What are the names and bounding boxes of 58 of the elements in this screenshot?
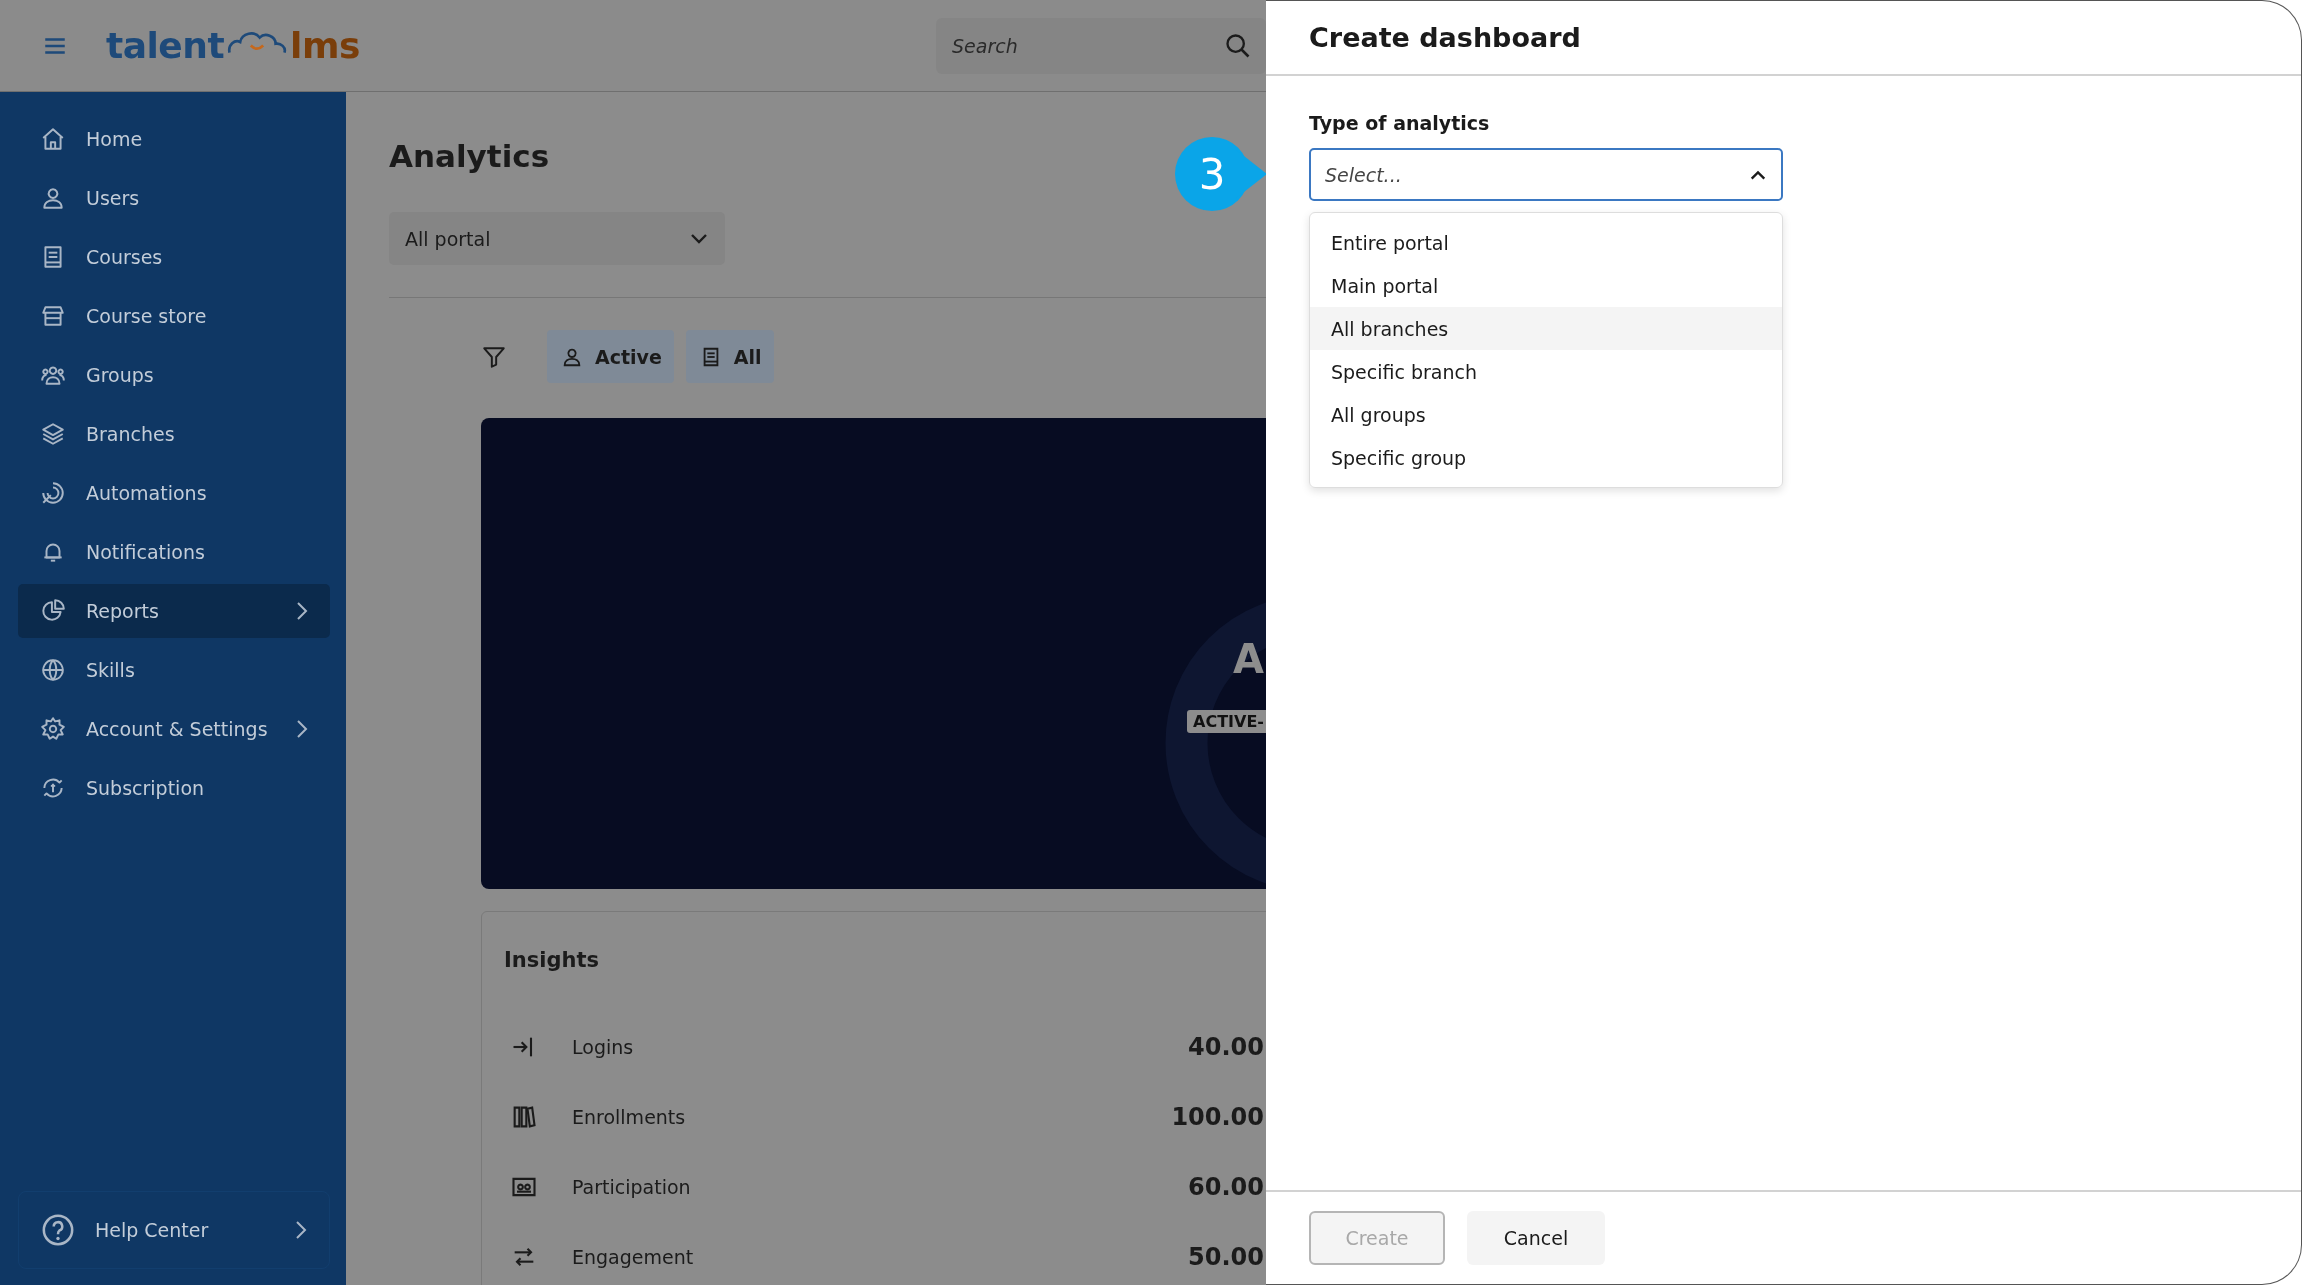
search-icon[interactable]: [1224, 31, 1252, 60]
pie-chart-icon: [40, 598, 66, 624]
dropdown-option[interactable]: All branches: [1310, 307, 1782, 350]
scope-dropdown[interactable]: All portal: [389, 212, 725, 265]
help-center-item[interactable]: Help Center: [18, 1191, 330, 1269]
sidebar-item[interactable]: Home: [18, 112, 330, 166]
insights-title: Insights: [504, 948, 600, 972]
help-icon: [41, 1213, 75, 1247]
chevron-up-icon: [1749, 168, 1767, 181]
sidebar-item[interactable]: Groups: [18, 348, 330, 402]
logo-text: talent: [106, 25, 225, 66]
sidebar-item[interactable]: Subscription: [18, 761, 330, 815]
automation-icon: [40, 480, 66, 506]
sidebar-item[interactable]: Course store: [18, 289, 330, 343]
filter-chip[interactable]: Active: [547, 330, 674, 383]
user-icon: [40, 185, 66, 211]
step-callout: 3: [1175, 137, 1266, 211]
sidebar-item[interactable]: Account & Settings: [18, 702, 330, 756]
search-input[interactable]: Search: [950, 33, 1224, 58]
sidebar-item[interactable]: Automations: [18, 466, 330, 520]
dropdown-option[interactable]: Entire portal: [1310, 221, 1782, 264]
metric-label: Enrollments: [572, 1106, 686, 1128]
chevron-right-icon: [295, 1220, 307, 1240]
metric-label: Engagement: [572, 1246, 694, 1268]
sidebar-item[interactable]: Users: [18, 171, 330, 225]
metric-value: 100.00: [1171, 1103, 1264, 1131]
logo-text: lms: [290, 25, 360, 66]
metric-label: Logins: [572, 1036, 634, 1058]
sidebar-item[interactable]: Branches: [18, 407, 330, 461]
home-icon: [40, 126, 66, 152]
dropdown-option[interactable]: Specific group: [1310, 436, 1782, 479]
banner-tag: ACTIVE-: [1187, 710, 1266, 733]
chevron-down-icon: [689, 232, 709, 245]
dropdown-option[interactable]: All groups: [1310, 393, 1782, 436]
banner-heading: A: [1233, 636, 1264, 682]
sidebar-item[interactable]: Courses: [18, 230, 330, 284]
dropdown-option[interactable]: Specific branch: [1310, 350, 1782, 393]
sidebar-item[interactable]: Skills: [18, 643, 330, 697]
analytics-type-select[interactable]: Select...: [1309, 148, 1783, 201]
filter-chip[interactable]: All: [685, 330, 774, 383]
metric-value: 40.00: [1188, 1033, 1264, 1061]
store-icon: [40, 303, 66, 329]
sidebar-item[interactable]: Notifications: [18, 525, 330, 579]
page-title: Analytics: [389, 138, 550, 174]
layers-icon: [40, 421, 66, 447]
field-label: Type of analytics: [1309, 112, 1491, 134]
sidebar-item[interactable]: Reports: [18, 584, 330, 638]
search-bar[interactable]: Search: [936, 17, 1266, 74]
gear-icon: [40, 716, 66, 742]
panel-title: Create dashboard: [1309, 22, 1581, 53]
metric-value: 50.00: [1188, 1243, 1264, 1271]
chevron-right-icon: [296, 601, 308, 621]
chevron-right-icon: [296, 719, 308, 739]
globe-icon: [40, 657, 66, 683]
metric-label: Participation: [572, 1176, 691, 1198]
cancel-button[interactable]: Cancel: [1467, 1211, 1605, 1265]
dropdown-option[interactable]: Main portal: [1310, 264, 1782, 307]
metric-value: 60.00: [1188, 1173, 1264, 1201]
